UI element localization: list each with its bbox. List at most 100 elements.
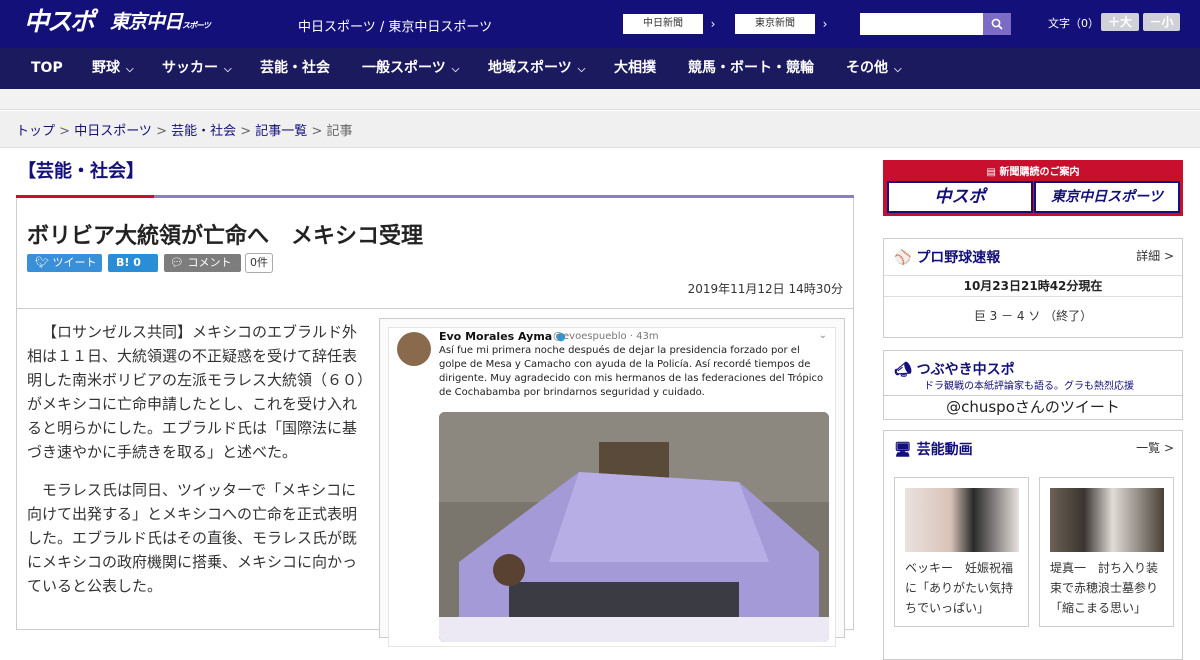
megaphone-icon: 📣︎ (894, 362, 912, 378)
breadcrumb-link-chunichi-sports[interactable]: 中日スポーツ (74, 124, 152, 139)
breadcrumb-link-article-list[interactable]: 記事一覧 (255, 124, 307, 139)
video-title: 🖥︎ 芸能動画 (894, 439, 973, 459)
newspaper-icon: ▤ (986, 167, 996, 178)
nav-item-soccer[interactable]: サッカー ⌵ (162, 48, 232, 89)
video-title-text: 芸能動画 (916, 442, 973, 458)
chunichi-shimbun-label: 中日新聞 (623, 14, 703, 34)
nav-item-entertainment[interactable]: 芸能・社会 (260, 48, 330, 89)
article-paragraph: 【ロサンゼルス共同】メキシコのエブラルド外相は１１日、大統領選の不正疑惑を受けて… (27, 323, 365, 461)
nav-item-other[interactable]: その他 ⌵ (846, 48, 902, 89)
article-photo[interactable]: Evo Morales Ayma ● @evoespueblo · 43m ⌄ … (379, 318, 845, 647)
subscription-title: ▤ 新聞購読のご案内 (884, 163, 1182, 178)
font-smaller-button[interactable]: －小 (1143, 13, 1180, 31)
nav-item-regional-sports[interactable]: 地域スポーツ ⌵ (488, 48, 585, 89)
entertainment-video-card: 🖥︎ 芸能動画 一覧 > ベッキー 妊娠祝福に「ありがたい気持ちでいっぱい」 堤… (883, 430, 1183, 660)
baseball-scores-card: ⚾ プロ野球速報 詳細 > 10月23日21時42分現在 巨 3 － 4 ソ （… (883, 238, 1183, 338)
tweet-photo (439, 412, 829, 642)
tsubuyaki-card: 📣︎ つぶやき中スポ ドラ観戦の本紙評論家も語る。グラも熱烈応援 @chuspo… (883, 350, 1183, 420)
nav-label: 競馬・ボート・競輪 (688, 60, 814, 76)
main-nav: TOP 野球 ⌵ サッカー ⌵ 芸能・社会 一般スポーツ ⌵ 地域スポーツ ⌵ 大相撲 … (0, 48, 1200, 89)
hatena-count: 0 (133, 256, 141, 269)
font-bigger-button[interactable]: ＋大 (1101, 13, 1139, 31)
subscribe-tokyo-chunichi-logo[interactable]: 東京中日スポーツ (1034, 181, 1180, 213)
tweet-label: ツイート (52, 256, 97, 269)
font-size-label: 文字（0） (1048, 17, 1099, 30)
tokyo-chunichi-logo-text: 東京中日 (110, 11, 183, 33)
tweet-handle: @evoespueblo · 43m (553, 331, 659, 342)
video-item[interactable]: 堤真一 討ち入り装束で赤穂浪士墓参り「縮こまる思い」 (1039, 477, 1174, 627)
nav-item-top[interactable]: TOP (31, 48, 63, 89)
site-header: 中スポ 東京中日スポーツ 中日スポーツ / 東京中日スポーツ 中日新聞 › 東京… (0, 0, 1200, 48)
chuspo-logo[interactable]: 中スポ (24, 9, 95, 34)
twitter-timeline-link[interactable]: @chuspoさんのツイート (884, 395, 1182, 419)
breadcrumb: トップ > 中日スポーツ > 芸能・社会 > 記事一覧 > 記事 (0, 111, 1200, 148)
nav-item-baseball[interactable]: 野球 ⌵ (92, 48, 134, 89)
video-thumbnail (905, 488, 1019, 552)
baseball-details-link[interactable]: 詳細 > (1136, 247, 1174, 264)
tweet-author-name-text: Evo Morales Ayma (439, 330, 553, 343)
nav-label: 一般スポーツ (362, 60, 446, 76)
chevron-down-icon: ⌵ (451, 64, 460, 75)
baseball-score[interactable]: 巨 3 － 4 ソ （終了） (884, 307, 1182, 324)
video-caption: ベッキー 妊娠祝福に「ありがたい気持ちでいっぱい」 (905, 561, 1014, 615)
article-headline: ボリビア大統領が亡命へ メキシコ受理 (27, 224, 424, 249)
ad-band (0, 89, 1200, 110)
nav-label: 大相撲 (614, 60, 656, 76)
tokyo-shimbun-label: 東京新聞 (735, 14, 815, 34)
hatena-bookmark-button[interactable]: B! 0 (108, 254, 158, 272)
baseball-title-text: プロ野球速報 (916, 250, 1001, 266)
site-tagline: 中日スポーツ / 東京中日スポーツ (298, 20, 493, 35)
chevron-down-icon: ⌵ (894, 64, 902, 75)
nav-item-general-sports[interactable]: 一般スポーツ ⌵ (362, 48, 459, 89)
nav-label: その他 (846, 60, 888, 76)
nav-label: サッカー (162, 60, 218, 76)
video-thumbnail (1050, 488, 1164, 552)
chevron-right-icon: › (814, 14, 835, 34)
twitter-icon: 🐦︎ (35, 256, 49, 269)
chevron-right-icon: › (702, 14, 723, 34)
article: ボリビア大統領が亡命へ メキシコ受理 🐦︎ ツイート B! 0 💬︎ コメント … (16, 198, 854, 647)
video-caption: 堤真一 討ち入り装束で赤穂浪士墓参り「縮こまる思い」 (1050, 561, 1159, 615)
video-item[interactable]: ベッキー 妊娠祝福に「ありがたい気持ちでいっぱい」 (894, 477, 1029, 627)
nav-item-sumo[interactable]: 大相撲 (614, 48, 656, 89)
tokyo-chunichi-logo-suffix: スポーツ (182, 21, 211, 30)
baseball-icon: ⚾ (894, 250, 912, 266)
tokyo-chunichi-logo[interactable]: 東京中日スポーツ (110, 11, 211, 33)
tsubuyaki-subtitle: ドラ観戦の本紙評論家も語る。グラも熱烈応援 (924, 381, 1134, 392)
tweet-photo-scene (439, 412, 829, 642)
avatar (397, 332, 431, 366)
monitor-icon: 🖥︎ (894, 442, 912, 458)
article-divider (17, 308, 853, 309)
subscription-title-text: 新聞購読のご案内 (999, 167, 1080, 178)
tweet-author-name: Evo Morales Ayma ● (439, 330, 566, 343)
tweet-button[interactable]: 🐦︎ ツイート (27, 254, 102, 272)
chunichi-shimbun-button[interactable]: 中日新聞 › (622, 13, 724, 35)
article-date: 2019年11月12日 14時30分 (687, 282, 843, 296)
article-body: 【ロサンゼルス共同】メキシコのエブラルド外相は１１日、大統領選の不正疑惑を受けて… (27, 320, 365, 612)
comment-button[interactable]: 💬︎ コメント (164, 254, 241, 272)
chevron-down-icon: ⌄ (818, 330, 827, 341)
baseball-update-time: 10月23日21時42分現在 (884, 275, 1182, 297)
search-icon (991, 18, 1003, 30)
chevron-down-icon: ⌵ (577, 64, 586, 75)
tsubuyaki-title-text: つぶやき中スポ (916, 362, 1015, 378)
subscription-banner[interactable]: ▤ 新聞購読のご案内 中スポ 東京中日スポーツ (883, 160, 1183, 216)
video-list-link[interactable]: 一覧 > (1136, 439, 1174, 456)
search-input[interactable] (860, 13, 983, 35)
search-button[interactable] (983, 13, 1011, 35)
nav-label: 地域スポーツ (488, 60, 572, 76)
embedded-tweet-image: Evo Morales Ayma ● @evoespueblo · 43m ⌄ … (388, 327, 836, 647)
baseball-title: ⚾ プロ野球速報 (894, 247, 1000, 267)
breadcrumb-link-entertainment[interactable]: 芸能・社会 (171, 124, 236, 139)
subscribe-chuspo-logo[interactable]: 中スポ (887, 181, 1033, 213)
category-title: 【芸能・社会】 (18, 161, 144, 182)
chevron-down-icon: ⌵ (126, 64, 134, 75)
nav-label: TOP (31, 60, 63, 76)
comment-icon: 💬︎ (170, 256, 184, 269)
tsubuyaki-title: 📣︎ つぶやき中スポ (894, 359, 1015, 379)
tweet-text: Así fue mi primera noche después de deja… (439, 345, 824, 398)
breadcrumb-link-top[interactable]: トップ (16, 124, 55, 139)
nav-label: 野球 (92, 60, 120, 76)
nav-item-racing[interactable]: 競馬・ボート・競輪 (688, 48, 814, 89)
tokyo-shimbun-button[interactable]: 東京新聞 › (734, 13, 836, 35)
